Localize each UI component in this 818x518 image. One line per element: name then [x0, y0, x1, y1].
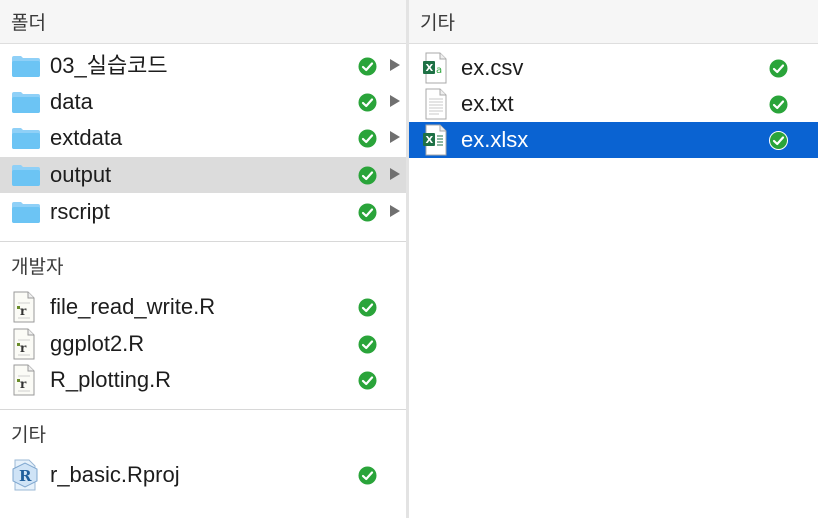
check-circle-icon: [358, 370, 377, 390]
svg-text:r: r: [20, 377, 27, 391]
disclosure-arrow-icon[interactable]: [390, 205, 400, 217]
file-name: ggplot2.R: [50, 331, 145, 356]
folder-icon: [11, 48, 41, 84]
file-row-ex-txt[interactable]: ex.txt: [409, 86, 818, 122]
folder-icon: [11, 84, 41, 120]
file-row-ex-xlsx[interactable]: X ex.xlsx: [409, 122, 818, 158]
file-row-r-plotting[interactable]: r R_plotting.R: [0, 362, 406, 398]
file-row-ggplot2[interactable]: r ggplot2.R: [0, 326, 406, 362]
check-circle-icon: [358, 56, 377, 76]
csv-file-icon: Xa: [422, 50, 448, 86]
check-circle-icon: [358, 334, 377, 354]
svg-text:a: a: [436, 65, 442, 76]
check-circle-icon: [769, 58, 788, 78]
disclosure-arrow-icon[interactable]: [390, 95, 400, 107]
left-column: 폴더 03_실습코드 data extdata output rscript 개…: [0, 0, 406, 518]
folder-icon: [11, 194, 41, 230]
svg-text:r: r: [20, 304, 27, 318]
folder-name: extdata: [50, 125, 123, 150]
other-section-header: 기타: [0, 409, 406, 457]
r-script-icon: r: [11, 289, 37, 325]
check-circle-icon: [358, 297, 377, 317]
other-files-section-header: 기타: [409, 0, 818, 44]
svg-text:R: R: [19, 467, 32, 485]
folder-row-03[interactable]: 03_실습코드: [0, 48, 406, 84]
disclosure-arrow-icon[interactable]: [390, 59, 400, 71]
folder-row-extdata[interactable]: extdata: [0, 120, 406, 156]
file-row-ex-csv[interactable]: Xa ex.csv: [409, 50, 818, 86]
other-header-label: 기타: [11, 425, 46, 446]
check-circle-icon: [358, 128, 377, 148]
check-circle-icon: [769, 94, 788, 114]
folder-icon: [11, 157, 41, 193]
file-name: ex.csv: [461, 55, 524, 80]
developer-header-label: 개발자: [11, 257, 64, 278]
file-name: r_basic.Rproj: [50, 462, 180, 487]
disclosure-arrow-icon[interactable]: [390, 131, 400, 143]
file-name: ex.xlsx: [461, 127, 529, 152]
file-row-rproj[interactable]: R r_basic.Rproj: [0, 457, 406, 493]
file-name: ex.txt: [461, 91, 514, 116]
developer-section-header: 개발자: [0, 241, 406, 289]
svg-text:r: r: [20, 341, 27, 355]
check-circle-icon: [358, 165, 377, 185]
file-name: file_read_write.R: [50, 294, 216, 319]
text-file-icon: [422, 86, 448, 122]
folder-name: output: [50, 162, 112, 187]
file-name: R_plotting.R: [50, 367, 172, 392]
check-circle-icon: [769, 130, 788, 150]
r-script-icon: r: [11, 326, 37, 362]
folder-name: rscript: [50, 199, 110, 224]
folder-name: data: [50, 89, 93, 114]
svg-text:X: X: [426, 135, 434, 146]
folder-icon: [11, 120, 41, 156]
check-circle-icon: [358, 202, 377, 222]
folder-name: 03_실습코드: [50, 53, 168, 78]
excel-file-icon: X: [422, 122, 448, 158]
folder-row-data[interactable]: data: [0, 84, 406, 120]
check-circle-icon: [358, 465, 377, 485]
rproj-icon: R: [11, 457, 39, 493]
folders-header-label: 폴더: [11, 13, 46, 34]
r-script-icon: r: [11, 362, 37, 398]
folder-row-rscript[interactable]: rscript: [0, 194, 406, 230]
svg-text:X: X: [426, 63, 434, 74]
check-circle-icon: [358, 92, 377, 112]
folders-section-header: 폴더: [0, 0, 406, 44]
file-row-file-read-write[interactable]: r file_read_write.R: [0, 289, 406, 325]
right-column: 기타 Xa ex.csv ex.txt X ex.xlsx: [409, 0, 818, 518]
folder-row-output[interactable]: output: [0, 157, 406, 193]
right-header-label: 기타: [420, 13, 455, 34]
disclosure-arrow-icon[interactable]: [390, 168, 400, 180]
